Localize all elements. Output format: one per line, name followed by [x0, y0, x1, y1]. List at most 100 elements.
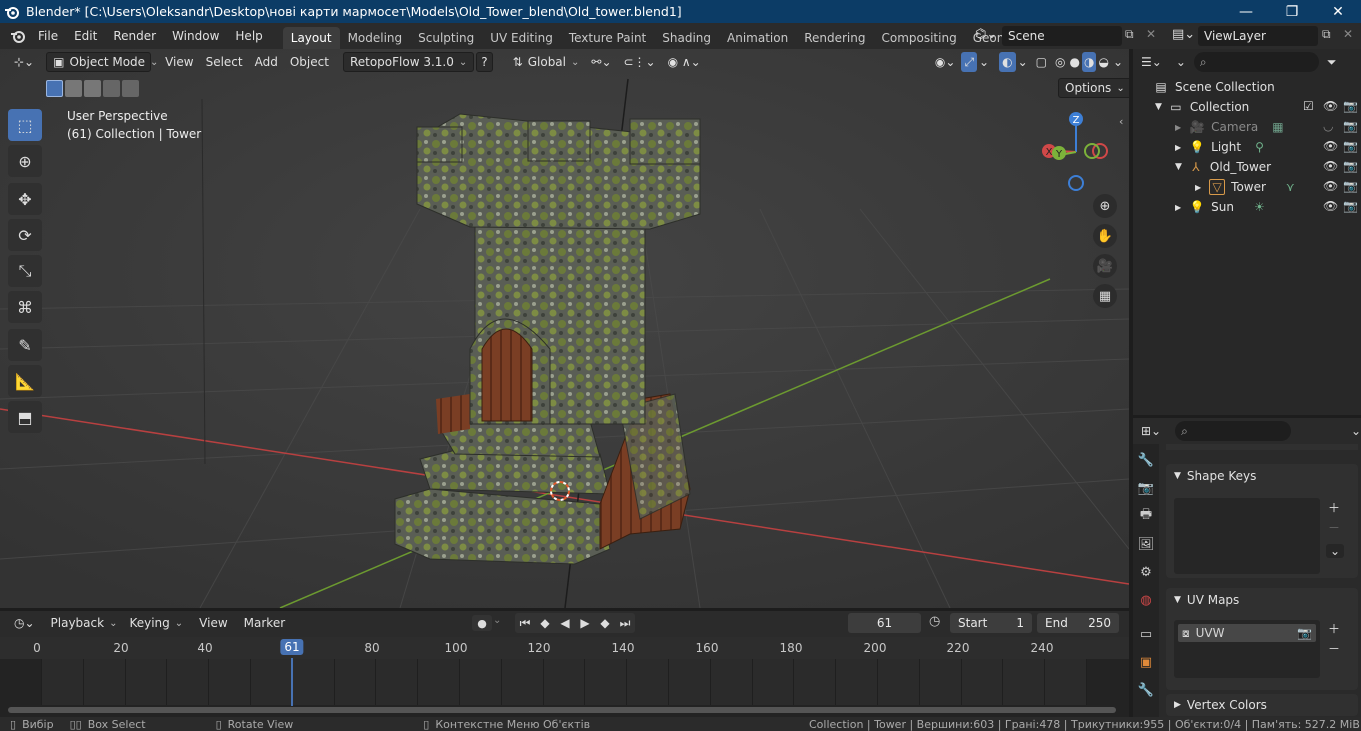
view-layer-field[interactable]: ViewLayer: [1198, 26, 1318, 46]
light-data-icon[interactable]: ⚲: [1255, 140, 1264, 154]
uv-active-render-icon[interactable]: 📷: [1297, 626, 1312, 640]
jump-end-icon[interactable]: ⏭: [615, 613, 635, 633]
outliner-editor-type-icon[interactable]: ☰⌄: [1141, 55, 1162, 69]
blender-menu-icon[interactable]: [6, 28, 30, 44]
end-frame-field[interactable]: End 250: [1037, 613, 1119, 633]
scene-selector-icon[interactable]: ⌬⌄: [975, 27, 997, 42]
shading-dropdown-icon[interactable]: ⌄: [1111, 52, 1129, 72]
mode-dropdown[interactable]: ▣ Object Mode: [46, 52, 152, 72]
timeline-track-area[interactable]: 0 20 40 61 80 100 120 140 160 180 200 22…: [0, 637, 1129, 717]
timeline-scrollbar[interactable]: [8, 707, 1116, 713]
tab-rendering[interactable]: Rendering: [796, 27, 873, 49]
tab-shading[interactable]: Shading: [654, 27, 719, 49]
old-tower-visibility-icon[interactable]: 👁: [1323, 159, 1338, 173]
expand-icon[interactable]: ▶: [1175, 123, 1181, 132]
new-scene-icon[interactable]: ⧉: [1125, 27, 1134, 42]
tab-modeling[interactable]: Modeling: [340, 27, 411, 49]
menu-file[interactable]: File: [30, 23, 66, 49]
help-button[interactable]: ?: [476, 52, 493, 72]
playhead-line[interactable]: [291, 658, 293, 706]
expand-icon[interactable]: ▶: [1175, 203, 1181, 212]
tool-tab-icon[interactable]: 🔧: [1134, 448, 1158, 472]
mesh-data-icon[interactable]: ⋎: [1286, 180, 1295, 194]
old-tower-render-icon[interactable]: 📷: [1343, 159, 1358, 173]
3d-viewport[interactable]: ⊹⌄ ▣ Object Mode View Select Add Object R…: [0, 49, 1129, 608]
timeline-editor-type-icon[interactable]: ◷⌄: [8, 613, 41, 633]
collapsed-panel-handle[interactable]: [1166, 444, 1358, 450]
world-tab-icon[interactable]: ◍: [1134, 588, 1158, 612]
transform-tool-icon[interactable]: ⌘: [8, 291, 42, 323]
auto-keying-icon[interactable]: ●: [472, 615, 492, 631]
shape-key-specials-icon[interactable]: ⌄: [1326, 544, 1345, 558]
add-uv-map-icon[interactable]: ＋: [1328, 620, 1340, 637]
outliner-scene-collection[interactable]: ▤ Scene Collection: [1133, 77, 1361, 97]
select-extend-icon[interactable]: [65, 80, 82, 97]
new-view-layer-icon[interactable]: ⧉: [1322, 27, 1331, 42]
add-cube-tool-icon[interactable]: ⬒: [8, 401, 42, 433]
collection-tab-icon[interactable]: ▭: [1134, 622, 1158, 646]
view-layer-icon[interactable]: ▤⌄: [1172, 27, 1195, 42]
shape-keys-header[interactable]: ▼ Shape Keys: [1166, 464, 1358, 488]
select-new-icon[interactable]: [46, 80, 63, 97]
measure-tool-icon[interactable]: 📐: [8, 365, 42, 397]
scene-tab-icon[interactable]: ⚙: [1134, 560, 1158, 584]
tab-compositing[interactable]: Compositing: [873, 27, 964, 49]
pivot-icon[interactable]: ⚯⌄: [585, 52, 617, 72]
tab-layout[interactable]: Layout: [282, 27, 340, 49]
collection-render-icon[interactable]: 📷: [1343, 99, 1358, 113]
properties-options-icon[interactable]: ⌄: [1351, 424, 1361, 438]
camera-data-icon[interactable]: ▦: [1272, 120, 1283, 134]
expand-icon[interactable]: ▶: [1195, 183, 1201, 192]
jump-start-icon[interactable]: ⏮: [515, 613, 535, 633]
output-tab-icon[interactable]: 🖶: [1134, 504, 1158, 528]
add-shape-key-icon[interactable]: ＋: [1328, 499, 1340, 516]
tower-render-icon[interactable]: 📷: [1343, 179, 1358, 193]
expand-icon[interactable]: ▼: [1175, 162, 1182, 172]
cursor-tool-icon[interactable]: ⊕: [8, 145, 42, 177]
expand-icon[interactable]: ▼: [1155, 102, 1162, 112]
menu-help[interactable]: Help: [227, 23, 270, 49]
camera-hidden-icon[interactable]: ◡: [1323, 119, 1333, 133]
select-box-tool-icon[interactable]: ⬚: [8, 109, 42, 141]
remove-view-layer-icon[interactable]: ✕: [1343, 27, 1353, 41]
outliner-search-input[interactable]: ⌕: [1193, 52, 1319, 72]
menu-edit[interactable]: Edit: [66, 23, 105, 49]
properties-editor-type-icon[interactable]: ⊞⌄: [1141, 424, 1161, 438]
object-tab-icon[interactable]: ▣: [1134, 650, 1158, 674]
play-reverse-icon[interactable]: ◀: [555, 613, 575, 633]
sun-render-icon[interactable]: 📷: [1343, 199, 1358, 213]
uv-map-row[interactable]: ⧇ UVW 📷: [1178, 624, 1316, 642]
modifier-tab-icon[interactable]: 🔧: [1134, 678, 1158, 702]
start-frame-field[interactable]: Start 1: [950, 613, 1032, 633]
tab-sculpting[interactable]: Sculpting: [410, 27, 482, 49]
menu-object[interactable]: Object: [284, 52, 335, 72]
vertex-colors-header[interactable]: ▶ Vertex Colors: [1166, 694, 1358, 716]
tab-animation[interactable]: Animation: [719, 27, 796, 49]
current-frame-field[interactable]: 61: [848, 613, 921, 633]
light-visibility-icon[interactable]: 👁: [1323, 139, 1338, 153]
properties-search-input[interactable]: ⌕: [1175, 421, 1291, 441]
camera-view-icon[interactable]: 🎥: [1093, 254, 1117, 278]
menu-render[interactable]: Render: [105, 23, 164, 49]
annotate-tool-icon[interactable]: ✎: [8, 329, 42, 361]
uv-maps-list[interactable]: ⧇ UVW 📷: [1174, 620, 1320, 678]
playback-menu[interactable]: Playback: [45, 613, 124, 633]
visibility-icon[interactable]: ◉⌄: [929, 52, 962, 72]
tab-texture-paint[interactable]: Texture Paint: [561, 27, 654, 49]
remove-scene-icon[interactable]: ✕: [1146, 27, 1156, 41]
uv-maps-header[interactable]: ▼ UV Maps: [1166, 588, 1358, 612]
view-layer-tab-icon[interactable]: 🖼: [1134, 532, 1158, 556]
rotate-tool-icon[interactable]: ⟳: [8, 219, 42, 251]
tab-uv-editing[interactable]: UV Editing: [482, 27, 561, 49]
proportional-edit-icon[interactable]: ◉ ∧⌄: [662, 52, 707, 72]
next-keyframe-icon[interactable]: ◆: [595, 613, 615, 633]
tower-visibility-icon[interactable]: 👁: [1323, 179, 1338, 193]
scale-tool-icon[interactable]: ⤡: [8, 255, 42, 287]
navigation-gizmo[interactable]: Z X Y: [1040, 109, 1120, 199]
play-icon[interactable]: ▶: [575, 613, 595, 633]
collection-checkbox[interactable]: ☑: [1303, 99, 1314, 113]
xray-icon[interactable]: ▢: [1030, 52, 1053, 72]
keying-dropdown-icon[interactable]: ⌄: [493, 615, 501, 626]
scene-field[interactable]: Scene: [1002, 26, 1122, 46]
playhead-label[interactable]: 61: [280, 639, 304, 655]
